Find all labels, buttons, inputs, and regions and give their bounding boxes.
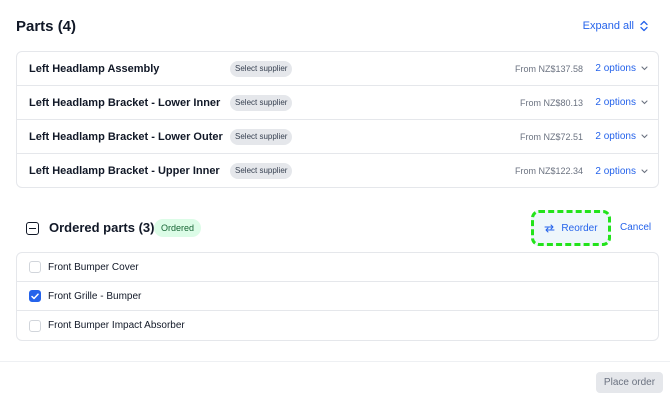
part-options-dropdown[interactable]: 2 options — [595, 131, 648, 142]
part-price: From NZ$137.58 — [514, 63, 583, 74]
ordered-part-name: Front Grille - Bumper — [48, 290, 142, 302]
part-options-dropdown[interactable]: 2 options — [595, 63, 648, 74]
part-options-label: 2 options — [595, 131, 636, 142]
part-name: Left Headlamp Bracket - Lower Outer — [29, 130, 223, 143]
part-price: From NZ$122.34 — [514, 166, 583, 176]
reorder-label: Reorder — [561, 222, 598, 234]
part-row: Left Headlamp Bracket - Lower Inner Sele… — [17, 86, 658, 120]
collapse-toggle-icon[interactable] — [26, 222, 39, 235]
select-supplier-button[interactable]: Select supplier — [230, 94, 293, 111]
footer-divider — [0, 361, 670, 362]
part-row: Left Headlamp Assembly Select supplier F… — [17, 52, 658, 86]
ordered-parts-header: Ordered parts (3) Ordered Reorder Cancel — [26, 210, 652, 248]
select-supplier-button[interactable]: Select supplier — [230, 163, 293, 179]
part-row: Left Headlamp Bracket - Upper Inner Sele… — [17, 154, 658, 188]
chevron-up-down-icon — [640, 20, 648, 32]
ordered-status-badge: Ordered — [154, 219, 202, 237]
expand-all-button[interactable]: Expand all — [583, 20, 648, 32]
item-checkbox[interactable] — [29, 290, 41, 302]
swap-arrows-icon — [544, 224, 555, 232]
ordered-part-name: Front Bumper Impact Absorber — [48, 320, 185, 331]
place-order-button[interactable]: Place order — [596, 372, 663, 393]
part-options-label: 2 options — [595, 97, 636, 108]
item-checkbox[interactable] — [29, 261, 41, 273]
reorder-button[interactable]: Reorder — [531, 210, 611, 246]
list-item: Front Bumper Cover — [17, 253, 658, 282]
chevron-down-icon — [641, 100, 648, 105]
part-price: From NZ$72.51 — [519, 131, 583, 142]
chevron-down-icon — [641, 134, 648, 139]
select-supplier-button[interactable]: Select supplier — [230, 60, 293, 77]
part-row: Left Headlamp Bracket - Lower Outer Sele… — [17, 120, 658, 154]
select-supplier-button[interactable]: Select supplier — [230, 128, 293, 145]
cancel-button[interactable]: Cancel — [620, 222, 651, 233]
expand-all-label: Expand all — [582, 20, 634, 32]
parts-list: Left Headlamp Assembly Select supplier F… — [16, 51, 659, 188]
part-options-label: 2 options — [595, 165, 636, 177]
chevron-down-icon — [641, 168, 648, 173]
parts-header: Parts (4) Expand all — [16, 14, 654, 38]
checkmark-icon — [31, 292, 39, 299]
part-name: Left Headlamp Bracket - Lower Inner — [29, 96, 221, 109]
part-options-label: 2 options — [595, 63, 636, 74]
part-name: Left Headlamp Assembly — [29, 62, 160, 75]
item-checkbox[interactable] — [29, 319, 41, 332]
parts-title: Parts (4) — [16, 17, 77, 35]
list-item: Front Grille - Bumper — [17, 282, 658, 311]
part-options-dropdown[interactable]: 2 options — [595, 97, 648, 108]
ordered-part-name: Front Bumper Cover — [48, 261, 139, 273]
part-options-dropdown[interactable]: 2 options — [595, 166, 648, 177]
part-name: Left Headlamp Bracket - Upper Inner — [29, 165, 220, 177]
ordered-parts-list: Front Bumper Cover Front Grille - Bumper… — [16, 252, 659, 341]
list-item: Front Bumper Impact Absorber — [17, 311, 658, 340]
chevron-down-icon — [641, 66, 648, 71]
ordered-parts-title: Ordered parts (3) — [49, 220, 155, 235]
part-price: From NZ$80.13 — [519, 97, 583, 108]
